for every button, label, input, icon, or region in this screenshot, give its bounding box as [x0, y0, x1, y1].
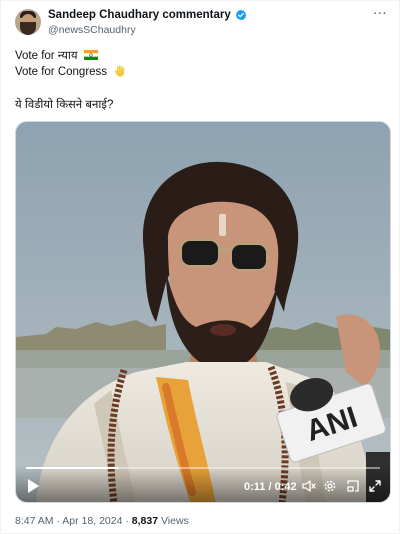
post-metadata: 8:47 AM · Apr 18, 2024 · 8,837 Views — [15, 515, 189, 527]
play-icon[interactable] — [26, 478, 40, 494]
views-label: Views — [160, 515, 189, 527]
post-text-line-2: Vote for Congress — [15, 65, 126, 78]
post-text-line-1: Vote for न्याय — [15, 48, 98, 63]
verified-badge-icon — [235, 9, 247, 21]
post-date[interactable]: Apr 18, 2024 — [62, 515, 122, 527]
pip-icon[interactable] — [346, 479, 360, 493]
settings-icon[interactable] — [323, 479, 337, 493]
india-flag-icon — [83, 50, 98, 60]
video-progress-fill — [26, 467, 119, 469]
post-text-line-2-text: Vote for Congress — [15, 66, 108, 78]
tweet-card: Sandeep Chaudhary commentary @newsSChaud… — [0, 0, 400, 534]
more-options-icon[interactable]: ··· — [373, 7, 387, 22]
avatar[interactable] — [15, 9, 41, 35]
video-progress-bar[interactable] — [26, 467, 380, 469]
post-text-line-1-text: Vote for न्याय — [15, 50, 78, 62]
author-handle[interactable]: @newsSChaudhry — [48, 24, 136, 36]
video-time: 0:11 / 0:42 — [244, 481, 297, 493]
fullscreen-icon[interactable] — [368, 479, 382, 493]
video-elapsed: 0:11 — [244, 481, 266, 493]
video-time-separator: / — [268, 481, 272, 493]
post-time[interactable]: 8:47 AM — [15, 515, 54, 527]
raised-hand-icon — [115, 65, 125, 77]
video-frame: ANI — [16, 122, 390, 502]
author-name-row: Sandeep Chaudhary commentary — [48, 9, 247, 21]
meta-separator-2: · — [125, 515, 129, 527]
volume-icon[interactable] — [302, 479, 316, 493]
author-display-name[interactable]: Sandeep Chaudhary commentary — [48, 9, 231, 21]
views-count: 8,837 — [131, 515, 159, 527]
post-text-line-3: ये विडीयो किसने बनाई? — [15, 99, 114, 111]
video-player[interactable]: ANI 0:11 / 0:42 — [15, 121, 391, 503]
meta-separator: · — [56, 515, 60, 527]
video-duration: 0:42 — [274, 481, 297, 493]
